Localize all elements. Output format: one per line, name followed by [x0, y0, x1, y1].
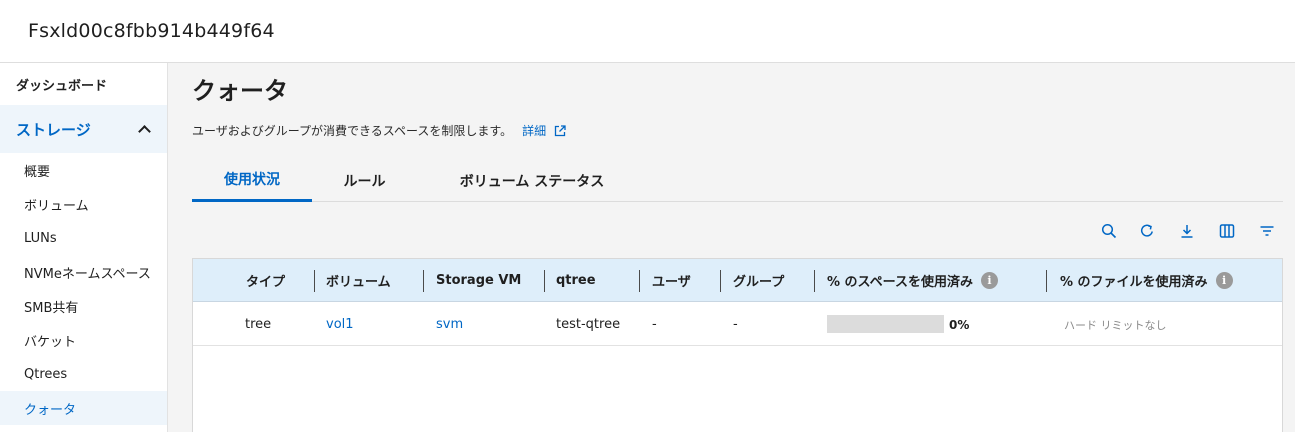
sidebar-item-storage-label: ストレージ — [16, 120, 91, 139]
chevron-up-icon — [138, 125, 151, 138]
tab-volume-status[interactable]: ボリューム ステータス — [417, 159, 647, 202]
column-header-type[interactable]: タイプ — [246, 259, 285, 302]
top-bar: Fsxld00c8fbb914b449f64 — [0, 0, 1295, 63]
tab-usage[interactable]: 使用状況 — [192, 159, 312, 202]
main-content: クォータ ユーザおよびグループが消費できるスペースを制限します。 詳細 使用状況… — [168, 63, 1295, 432]
filter-icon[interactable] — [1257, 221, 1277, 241]
cell-space-used-percent: 0% — [949, 317, 970, 332]
sidebar-item-overview[interactable]: 概要 — [0, 153, 167, 187]
column-divider[interactable] — [720, 270, 721, 292]
column-divider[interactable] — [639, 270, 640, 292]
refresh-icon[interactable] — [1137, 221, 1157, 241]
column-header-space-used[interactable]: % のスペースを使用済み i — [827, 259, 998, 302]
search-icon[interactable] — [1099, 221, 1119, 241]
description-text: ユーザおよびグループが消費できるスペースを制限します。 — [192, 124, 513, 138]
sidebar-item-volumes[interactable]: ボリューム — [0, 187, 167, 221]
info-icon[interactable]: i — [981, 272, 998, 289]
external-link-icon — [555, 124, 566, 136]
column-header-files-used[interactable]: % のファイルを使用済み i — [1060, 259, 1233, 302]
column-header-space-used-label: % のスペースを使用済み — [827, 275, 973, 290]
sidebar-item-luns[interactable]: LUNs — [0, 221, 167, 255]
tab-rules[interactable]: ルール — [312, 159, 417, 202]
column-divider[interactable] — [544, 270, 545, 292]
sidebar: ダッシュボード ストレージ 概要 ボリューム LUNs NVMeネームスペース … — [0, 63, 168, 432]
cell-qtree: test-qtree — [556, 317, 621, 332]
info-icon[interactable]: i — [1215, 272, 1233, 289]
app-title: Fsxld00c8fbb914b449f64 — [28, 20, 275, 42]
columns-icon[interactable] — [1217, 221, 1237, 241]
cell-user: - — [652, 317, 657, 332]
column-header-files-used-label: % のファイルを使用済み — [1060, 275, 1208, 290]
sidebar-item-nvme-namespaces[interactable]: NVMeネームスペース — [0, 255, 167, 289]
sidebar-item-buckets[interactable]: バケット — [0, 323, 167, 357]
page-title: クォータ — [192, 77, 288, 105]
column-header-volume[interactable]: ボリューム — [326, 259, 391, 302]
sidebar-item-storage[interactable]: ストレージ — [0, 105, 167, 153]
sidebar-item-quotas[interactable]: クォータ — [0, 391, 167, 425]
tab-bar: 使用状況 ルール ボリューム ステータス — [192, 159, 1283, 202]
sidebar-item-dashboard[interactable]: ダッシュボード — [0, 63, 167, 105]
details-link-label: 詳細 — [522, 124, 547, 138]
sidebar-item-smb-shares[interactable]: SMB共有 — [0, 289, 167, 323]
page-description: ユーザおよびグループが消費できるスペースを制限します。 詳細 — [192, 122, 566, 139]
column-divider[interactable] — [314, 270, 315, 292]
column-header-storage-vm[interactable]: Storage VM — [436, 259, 521, 302]
details-link[interactable]: 詳細 — [522, 122, 566, 139]
column-header-user[interactable]: ユーザ — [652, 259, 691, 302]
quota-table: タイプ ボリューム Storage VM qtree ユーザ グループ % のス… — [192, 258, 1283, 432]
cell-svm-link[interactable]: svm — [436, 303, 463, 346]
cell-group: - — [733, 317, 738, 332]
column-header-qtree[interactable]: qtree — [556, 259, 596, 302]
column-divider[interactable] — [423, 270, 424, 292]
sidebar-item-qtrees[interactable]: Qtrees — [0, 357, 167, 391]
column-divider[interactable] — [814, 270, 815, 292]
table-row: tree vol1 svm test-qtree - - 0% ハード リミット… — [193, 303, 1282, 346]
cell-volume-link[interactable]: vol1 — [326, 303, 354, 346]
cell-type: tree — [245, 317, 272, 332]
table-header: タイプ ボリューム Storage VM qtree ユーザ グループ % のス… — [193, 259, 1282, 302]
column-header-group[interactable]: グループ — [733, 259, 784, 302]
space-used-progress-bar — [827, 315, 944, 333]
cell-files-used: ハード リミットなし — [1064, 318, 1167, 332]
download-icon[interactable] — [1177, 221, 1197, 241]
column-divider[interactable] — [1046, 270, 1047, 292]
